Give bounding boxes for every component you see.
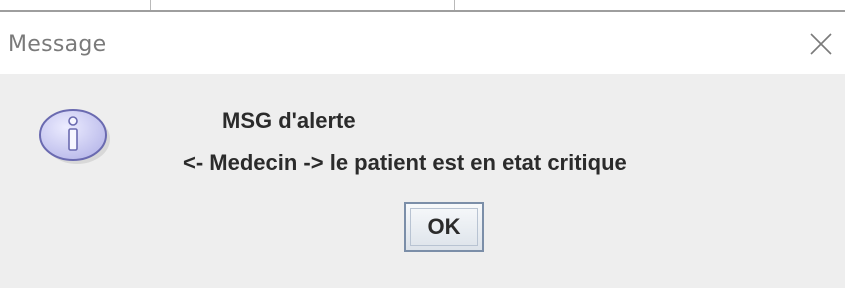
underlying-window-strip — [0, 0, 845, 12]
close-button[interactable] — [807, 30, 835, 58]
message-dialog: Message MSG d'alerte <- Medecin -> le pa… — [0, 0, 845, 288]
close-icon — [810, 33, 832, 55]
alert-heading: MSG d'alerte — [222, 108, 356, 133]
dialog-titlebar[interactable]: Message — [0, 12, 845, 74]
underlying-divider — [150, 0, 155, 10]
dialog-title: Message — [8, 32, 107, 57]
underlying-divider — [454, 0, 459, 10]
ok-button[interactable]: OK — [404, 202, 484, 252]
ok-button-label: OK — [427, 214, 461, 239]
information-icon — [36, 106, 112, 166]
dialog-content: MSG d'alerte <- Medecin -> le patient es… — [0, 74, 845, 288]
alert-message: <- Medecin -> le patient est en etat cri… — [183, 150, 627, 175]
